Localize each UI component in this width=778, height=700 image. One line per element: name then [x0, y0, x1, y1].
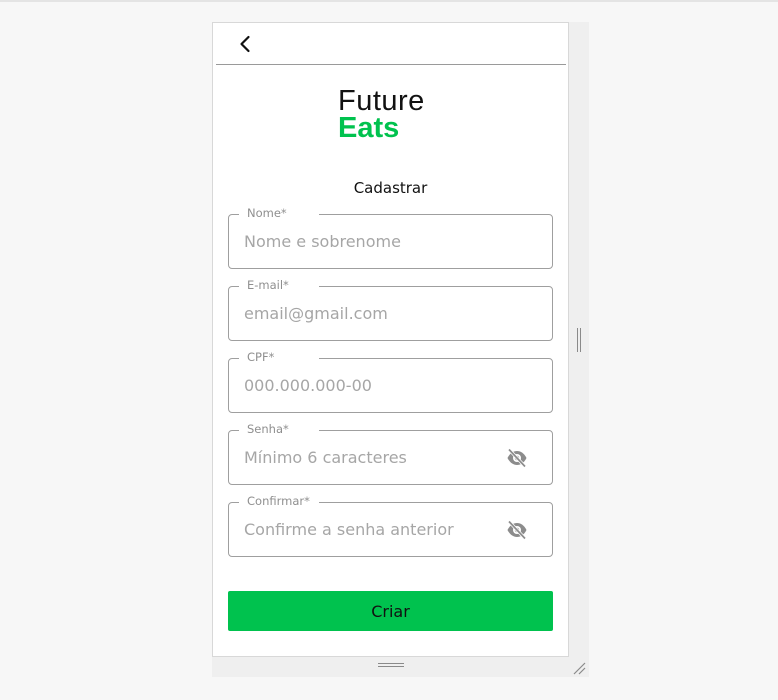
window-top-border: [0, 0, 778, 2]
password-visibility-toggle[interactable]: [506, 448, 528, 468]
password-field[interactable]: Senha*: [228, 422, 553, 485]
eye-off-icon: [507, 520, 527, 540]
app-header: [213, 23, 568, 65]
email-input[interactable]: [244, 287, 499, 340]
back-button[interactable]: [233, 31, 259, 57]
horizontal-resize-handle[interactable]: [378, 663, 404, 669]
cpf-field[interactable]: CPF*: [228, 350, 553, 413]
logo-eats-text: Eats: [338, 112, 400, 144]
name-input[interactable]: [244, 215, 499, 268]
future-eats-logo: Future Eats: [338, 87, 425, 143]
page-title: Cadastrar: [353, 179, 428, 197]
cpf-input[interactable]: [244, 359, 499, 412]
eye-off-icon: [507, 448, 527, 468]
header-divider: [216, 64, 566, 65]
resize-grip-icon: [573, 662, 586, 675]
confirm-password-visibility-toggle[interactable]: [506, 520, 528, 540]
password-input[interactable]: [244, 431, 499, 484]
vertical-resize-handle[interactable]: [577, 328, 582, 352]
signup-screen: Future Eats Cadastrar Nome* E-mail* CPF*…: [212, 22, 569, 657]
confirm-password-field[interactable]: Confirmar*: [228, 494, 553, 557]
chevron-left-icon: [240, 35, 250, 53]
name-field[interactable]: Nome*: [228, 206, 553, 269]
confirm-password-input[interactable]: [244, 503, 499, 556]
create-account-button[interactable]: Criar: [228, 591, 553, 631]
email-field[interactable]: E-mail*: [228, 278, 553, 341]
corner-resize-handle[interactable]: [572, 660, 586, 675]
